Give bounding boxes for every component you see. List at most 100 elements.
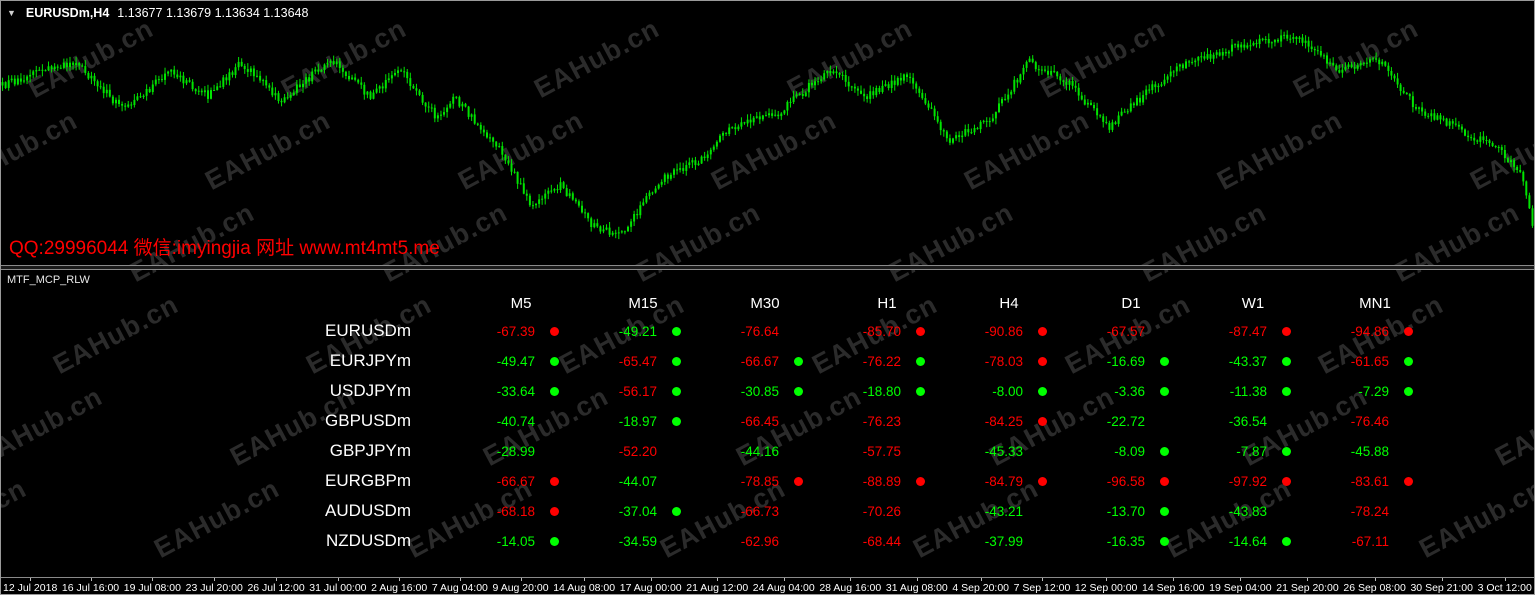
time-axis[interactable]: 12 Jul 2018 16 Jul 16:00 19 Jul 08:00 23 Ju… [1, 577, 1534, 594]
table-cell: -16.35 [1061, 526, 1183, 556]
cell-dot-box [535, 536, 573, 546]
table-cell: -88.89 [817, 466, 939, 496]
cell-dot-box [779, 476, 817, 486]
cell-dot-box [1267, 356, 1305, 366]
symbol-label: GBPJPYm [329, 441, 411, 460]
cell-value: -37.04 [618, 503, 657, 519]
time-axis-label: 3 Oct 12:00 [1477, 578, 1532, 594]
chart-ohlc-quotes: 1.13677 1.13679 1.13634 1.13648 [117, 6, 309, 20]
status-dot-red-icon [1403, 476, 1413, 486]
cell-dot-box [535, 356, 573, 366]
table-cell: -67.39 [451, 316, 573, 346]
time-axis-label: 7 Aug 04:00 [431, 578, 488, 594]
indicator-subwindow[interactable]: MTF_MCP_RLW M5 M15 M30 H1 H4 D1 W1 MN1 EURUSDm -6… [1, 270, 1534, 577]
table-cell: -87.47 [1183, 316, 1305, 346]
table-cell: -70.26 [817, 496, 939, 526]
table-cell: -57.75 [817, 436, 939, 466]
column-header-m5: M5 [510, 294, 532, 312]
cell-value: -7.29 [1358, 383, 1389, 399]
cell-value: -62.96 [740, 533, 779, 549]
table-cell: -78.03 [939, 346, 1061, 376]
table-cell: -7.29 [1305, 376, 1427, 406]
cell-value: -68.18 [496, 503, 535, 519]
symbol-label: EURJPYm [329, 351, 411, 370]
cell-dot-box [1023, 326, 1061, 336]
status-dot-green-icon [671, 386, 681, 396]
table-cell: -62.96 [695, 526, 817, 556]
status-dot-green-icon [1281, 356, 1291, 366]
column-header-h1: H1 [877, 294, 897, 312]
cell-dot-box [901, 476, 939, 486]
table-cell: -78.85 [695, 466, 817, 496]
symbol-label: GBPUSDm [325, 411, 411, 430]
status-dot-green-icon [1403, 356, 1413, 366]
table-cell: -61.65 [1305, 346, 1427, 376]
status-dot-green-icon [671, 416, 681, 426]
table-cell: -7.87 [1183, 436, 1305, 466]
cell-dot-box [901, 356, 939, 366]
status-dot-red-icon [549, 326, 559, 336]
cell-dot-box [1145, 356, 1183, 366]
table-cell: -97.92 [1183, 466, 1305, 496]
status-dot-green-icon [1159, 446, 1169, 456]
status-dot-green-icon [1159, 386, 1169, 396]
chevron-down-icon[interactable]: ▼ [7, 8, 16, 18]
status-dot-red-icon [1037, 356, 1047, 366]
cell-value: -36.54 [1228, 413, 1267, 429]
table-cell: -44.16 [695, 436, 817, 466]
cell-value: -97.92 [1228, 473, 1267, 489]
cell-value: -78.24 [1350, 503, 1389, 519]
pane-separator[interactable] [1, 265, 1534, 270]
cell-dot-box [657, 506, 695, 516]
symbol-label: AUDUSDm [325, 501, 411, 520]
table-cell: -30.85 [695, 376, 817, 406]
cell-dot-box [535, 326, 573, 336]
cell-value: -83.61 [1350, 473, 1389, 489]
cell-dot-box [1267, 326, 1305, 336]
table-cell: -85.70 [817, 316, 939, 346]
cell-dot-box [535, 476, 573, 486]
cell-value: -84.79 [984, 473, 1023, 489]
table-cell: -49.21 [573, 316, 695, 346]
cell-value: -43.83 [1228, 503, 1267, 519]
cell-dot-box [1267, 536, 1305, 546]
table-cell: -45.33 [939, 436, 1061, 466]
cell-value: -67.11 [1351, 533, 1389, 549]
table-cell: -8.09 [1061, 436, 1183, 466]
symbol-label: USDJPYm [329, 381, 411, 400]
cell-value: -49.47 [496, 353, 535, 369]
cell-dot-box [535, 386, 573, 396]
status-dot-green-icon [1159, 506, 1169, 516]
table-cell: -33.64 [451, 376, 573, 406]
status-dot-red-icon [1281, 326, 1291, 336]
cell-value: -44.16 [740, 443, 779, 459]
cell-value: -45.88 [1350, 443, 1389, 459]
cell-value: -88.89 [862, 473, 901, 489]
symbol-label: EURGBPm [325, 471, 411, 490]
table-cell: -66.67 [451, 466, 573, 496]
table-cell: -8.00 [939, 376, 1061, 406]
cell-value: -76.46 [1350, 413, 1389, 429]
table-cell: -94.86 [1305, 316, 1427, 346]
cell-value: -67.57 [1106, 323, 1145, 339]
column-header-mn1: MN1 [1359, 294, 1391, 312]
price-chart-pane[interactable]: ▼ EURUSDm,H4 1.13677 1.13679 1.13634 1.1… [1, 1, 1534, 265]
table-cell: -96.58 [1061, 466, 1183, 496]
cell-value: -84.25 [984, 413, 1023, 429]
cell-value: -56.17 [618, 383, 657, 399]
cell-value: -90.86 [984, 323, 1023, 339]
table-cell: -44.07 [573, 466, 695, 496]
cell-dot-box [535, 506, 573, 516]
table-cell: -66.73 [695, 496, 817, 526]
status-dot-green-icon [1159, 536, 1169, 546]
time-axis-label: 19 Jul 08:00 [123, 578, 181, 594]
table-cell: -14.05 [451, 526, 573, 556]
status-dot-green-icon [1281, 536, 1291, 546]
time-axis-label: 4 Sep 20:00 [952, 578, 1010, 594]
time-axis-label: 16 Jul 16:00 [61, 578, 120, 594]
cell-value: -67.39 [496, 323, 535, 339]
candlestick-chart[interactable] [1, 1, 1534, 265]
status-dot-red-icon [1037, 416, 1047, 426]
table-cell: -14.64 [1183, 526, 1305, 556]
cell-value: -34.59 [618, 533, 657, 549]
